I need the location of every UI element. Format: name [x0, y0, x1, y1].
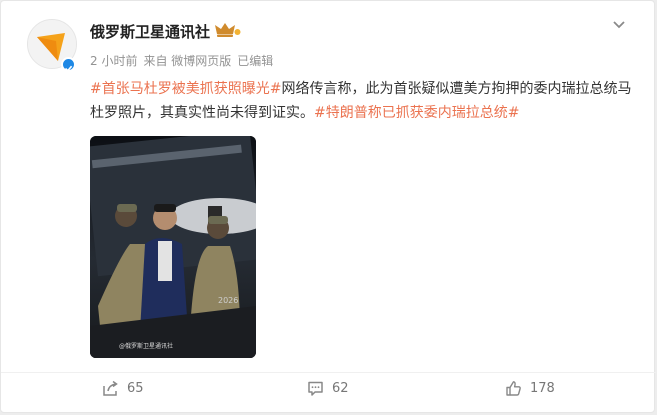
comment-count: 62: [332, 380, 349, 396]
comment-button[interactable]: 62: [307, 377, 349, 399]
weibo-post-card: 俄罗斯卫星通讯社 2 小时前 来自 微博网页版 已编辑 #首张马杜罗被美抓获照曝光#…: [0, 0, 656, 413]
crown-icon[interactable]: [213, 20, 241, 38]
topic-link-2[interactable]: #特朗普称已抓获委内瑞拉总统#: [314, 105, 519, 121]
photo-number: 2026: [218, 296, 238, 305]
photo-content: 2026: [90, 136, 256, 358]
post-meta: 2 小时前 来自 微博网页版 已编辑: [90, 52, 279, 69]
post-time[interactable]: 2 小时前: [90, 54, 137, 68]
like-button[interactable]: 178: [505, 377, 555, 399]
chevron-down-icon[interactable]: [612, 19, 626, 29]
post-image[interactable]: 2026 @俄罗斯卫星通讯社: [90, 136, 256, 358]
verified-icon: [61, 57, 76, 72]
repost-icon: [103, 380, 118, 396]
edited-tag[interactable]: 已编辑: [237, 54, 273, 68]
divider: [1, 372, 656, 373]
post-source: 来自 微博网页版: [143, 54, 232, 68]
repost-button[interactable]: 65: [102, 377, 144, 399]
image-watermark: @俄罗斯卫星通讯社: [119, 343, 174, 350]
user-name[interactable]: 俄罗斯卫星通讯社: [90, 21, 210, 42]
topic-link-1[interactable]: #首张马杜罗被美抓获照曝光#: [90, 81, 281, 97]
like-count: 178: [530, 380, 555, 396]
like-icon: [506, 380, 521, 396]
comment-icon: [308, 381, 323, 396]
repost-count: 65: [127, 380, 144, 396]
post-text: #首张马杜罗被美抓获照曝光#网络传言称，此为首张疑似遭美方拘押的委内瑞拉总统马杜…: [90, 77, 635, 125]
